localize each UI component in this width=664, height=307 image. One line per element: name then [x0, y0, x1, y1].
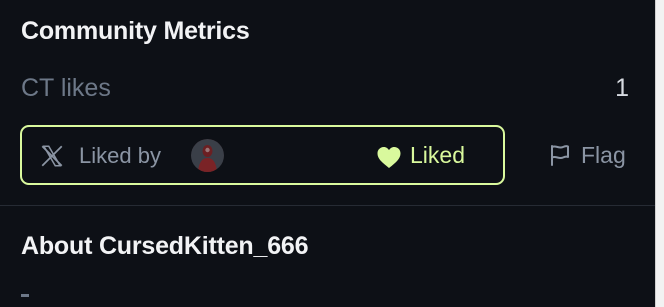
about-title: About CursedKitten_666: [21, 232, 309, 260]
ct-likes-count: 1: [615, 74, 629, 102]
scrollbar[interactable]: [655, 0, 664, 307]
heart-icon: [377, 147, 401, 168]
flag-label: Flag: [581, 142, 626, 168]
like-button[interactable]: Liked by Liked: [20, 125, 505, 185]
section-divider: [0, 205, 655, 206]
about-text-fragment: [21, 294, 29, 297]
avatar-figure: [191, 139, 224, 172]
liked-label: Liked: [410, 142, 465, 168]
ct-likes-label: CT likes: [21, 74, 111, 102]
liked-by-label: Liked by: [79, 143, 161, 168]
flag-button[interactable]: Flag: [546, 138, 636, 174]
flag-icon: [551, 145, 569, 166]
avatar[interactable]: [191, 139, 224, 172]
x-logo-icon: [41, 145, 63, 167]
community-metrics-panel: Community Metrics CT likes 1 Liked by Li…: [0, 0, 655, 307]
community-metrics-title: Community Metrics: [21, 17, 250, 45]
